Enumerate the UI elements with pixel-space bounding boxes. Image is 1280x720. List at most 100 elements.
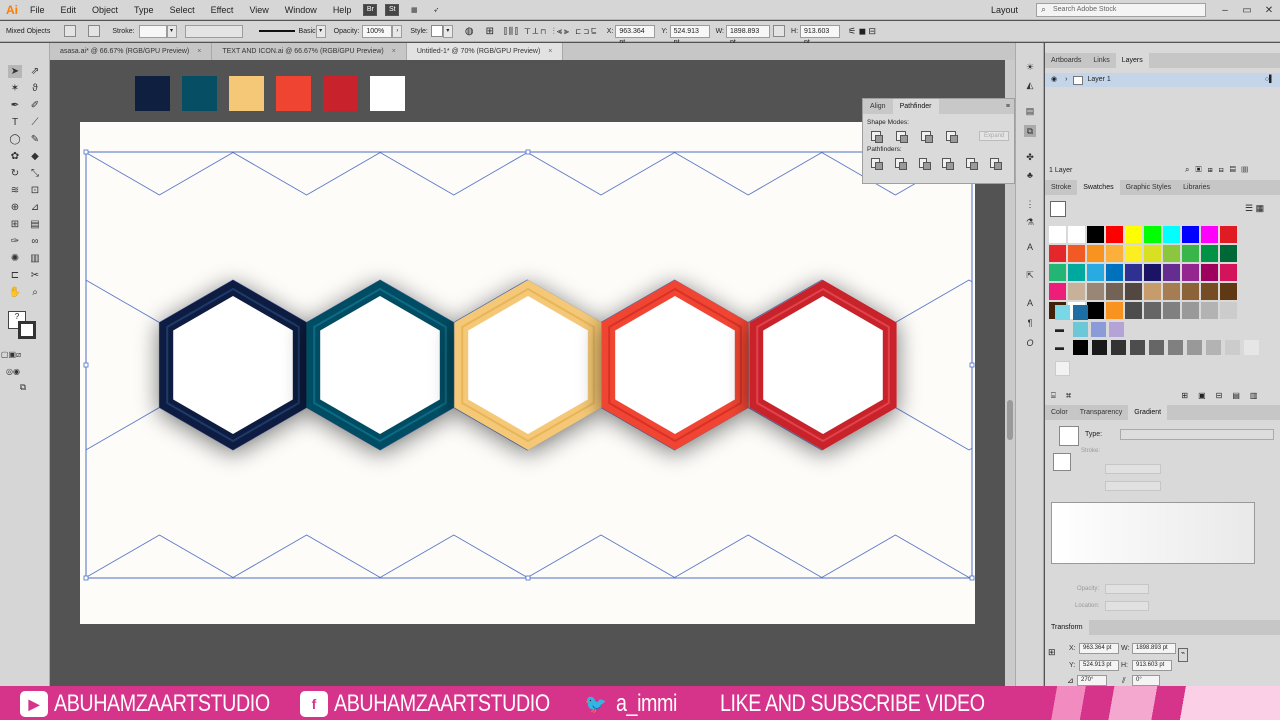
brushes-icon[interactable]: ✤ xyxy=(1024,151,1036,163)
swatch-r4-c5[interactable] xyxy=(1125,283,1142,300)
swatches-footer-icons[interactable]: ⌸⌘ ⊞▣⊟▤▥ xyxy=(1051,391,1276,401)
unite-icon[interactable] xyxy=(871,131,883,143)
hexagon-ring-1[interactable] xyxy=(159,280,307,450)
swatch-r3-c5[interactable] xyxy=(1125,264,1142,281)
swatch-r4-c3[interactable] xyxy=(1087,283,1104,300)
grid-hexagon[interactable] xyxy=(0,280,12,450)
merge-icon[interactable] xyxy=(918,158,931,170)
hexagon-ring-5[interactable] xyxy=(749,280,897,450)
swatch-r3-c2[interactable] xyxy=(1068,264,1085,281)
opentype-icon[interactable]: O xyxy=(1024,337,1036,349)
grid-hexagon[interactable] xyxy=(379,25,528,196)
tab-align[interactable]: Align xyxy=(863,99,893,114)
image-trace-icon[interactable]: ⋮ xyxy=(1024,198,1036,210)
grid-hexagon[interactable] xyxy=(232,25,381,196)
panel-menu-icon[interactable]: ≡ xyxy=(1006,99,1014,114)
grid-hexagon[interactable] xyxy=(526,534,676,686)
gradient-fill-stroke-icon[interactable] xyxy=(1053,453,1071,471)
transform-h-field[interactable]: 913.603 pt xyxy=(1132,660,1172,671)
hexagon-ring-2[interactable] xyxy=(306,280,454,450)
swatch-r4-c4[interactable] xyxy=(1106,283,1123,300)
swatch-r5-c8[interactable] xyxy=(1182,302,1199,319)
paragraph-styles-icon[interactable]: A xyxy=(1024,297,1036,309)
swatch-r2-c6[interactable] xyxy=(1144,245,1161,262)
character-icon[interactable]: A xyxy=(1024,241,1036,253)
tab-graphic-styles[interactable]: Graphic Styles xyxy=(1120,180,1178,195)
tab-pathfinder[interactable]: Pathfinder xyxy=(892,99,939,114)
shear-field[interactable]: 0° xyxy=(1132,675,1160,686)
swatch-r4-c8[interactable] xyxy=(1182,283,1199,300)
swatch-lavender[interactable] xyxy=(1109,322,1124,337)
tab-gradient[interactable]: Gradient xyxy=(1128,405,1168,420)
exclude-icon[interactable] xyxy=(946,131,958,143)
swatch-gray-8[interactable] xyxy=(1206,340,1221,355)
swatch-r2-c7[interactable] xyxy=(1163,245,1180,262)
swatch-gray-9[interactable] xyxy=(1225,340,1240,355)
maximize-icon[interactable]: ▭ xyxy=(1236,5,1258,16)
swatch-r4-c2[interactable] xyxy=(1068,283,1085,300)
swatch-fill-stroke-icon[interactable] xyxy=(1050,201,1066,217)
gradient-location-field[interactable] xyxy=(1105,601,1149,611)
gradient-angle-field[interactable] xyxy=(1105,464,1161,474)
swatch-r1-c10[interactable] xyxy=(1220,226,1237,243)
transform-y-field[interactable]: 524.913 pt xyxy=(1079,660,1119,671)
swatch-r4-c10[interactable] xyxy=(1220,283,1237,300)
align-icon[interactable]: ▤ xyxy=(1024,105,1036,117)
grid-hexagon[interactable] xyxy=(894,279,1015,451)
gradient-slider-preview[interactable] xyxy=(1051,502,1255,564)
crop-icon[interactable] xyxy=(942,158,955,170)
divide-icon[interactable] xyxy=(871,158,883,170)
grid-hexagon[interactable] xyxy=(379,534,528,686)
swatch-r1-c2[interactable] xyxy=(1068,226,1085,243)
outline-icon[interactable] xyxy=(966,158,979,170)
grid-hexagon[interactable] xyxy=(0,25,87,195)
close-icon[interactable]: ✕ xyxy=(1258,5,1280,16)
grid-hexagon[interactable] xyxy=(86,534,234,686)
swatch-r3-c10[interactable] xyxy=(1220,264,1237,281)
expand-arrow-icon[interactable]: › xyxy=(1065,73,1067,87)
swatch-pattern[interactable] xyxy=(1073,305,1088,320)
gradient-type-dropdown[interactable] xyxy=(1120,429,1274,440)
gradient-opacity-field[interactable] xyxy=(1105,584,1149,594)
swatch-r2-c4[interactable] xyxy=(1106,245,1123,262)
tab-swatches[interactable]: Swatches xyxy=(1077,180,1120,195)
swatch-r1-c9[interactable] xyxy=(1201,226,1218,243)
swatch-gray-7[interactable] xyxy=(1187,340,1202,355)
expand-button[interactable]: Expand xyxy=(979,131,1010,141)
grid-hexagon[interactable] xyxy=(674,534,823,686)
appearance-icon[interactable]: ◭ xyxy=(1024,79,1036,91)
grid-hexagon[interactable] xyxy=(86,25,234,196)
layers-footer-icons[interactable]: ⌕▣⊞⊟▤▥ xyxy=(1185,165,1254,175)
layer-row[interactable]: ◉ › Layer 1 ○▌ xyxy=(1045,73,1280,87)
tab-libraries[interactable]: Libraries xyxy=(1177,180,1216,195)
swatch-gray-4[interactable] xyxy=(1130,340,1145,355)
swatch-r1-c4[interactable] xyxy=(1106,226,1123,243)
transform-w-field[interactable]: 1898.893 pt xyxy=(1132,643,1176,654)
swatch-aqua[interactable] xyxy=(1073,322,1088,337)
tab-color[interactable]: Color xyxy=(1045,405,1074,420)
swatch-r3-c1[interactable] xyxy=(1049,264,1066,281)
minus-front-icon[interactable] xyxy=(896,131,908,143)
swatch-gray-2[interactable] xyxy=(1092,340,1107,355)
pathfinder-icon[interactable]: ⧉ xyxy=(1024,125,1036,137)
swatch-r3-c3[interactable] xyxy=(1087,264,1104,281)
swatch-r1-c8[interactable] xyxy=(1182,226,1199,243)
tab-artboards[interactable]: Artboards xyxy=(1045,53,1087,68)
swatch-r1-c1[interactable] xyxy=(1049,226,1066,243)
symbols-icon[interactable]: ♣ xyxy=(1024,169,1036,181)
grid-hexagon[interactable] xyxy=(674,25,823,196)
color-guide-icon[interactable]: ⚗ xyxy=(1024,216,1036,228)
tab-transform[interactable]: Transform xyxy=(1045,620,1089,635)
layer-name[interactable]: Layer 1 xyxy=(1087,73,1110,87)
swatch-gray-6[interactable] xyxy=(1168,340,1183,355)
grid-hexagon[interactable] xyxy=(821,534,970,686)
visibility-icon[interactable]: ◉ xyxy=(1051,73,1057,87)
tab-layers[interactable]: Layers xyxy=(1115,53,1149,68)
swatch-r1-c5[interactable] xyxy=(1125,226,1142,243)
intersect-icon[interactable] xyxy=(921,131,933,143)
swatch-r2-c9[interactable] xyxy=(1201,245,1218,262)
tab-transparency[interactable]: Transparency xyxy=(1074,405,1129,420)
swatch-r2-c8[interactable] xyxy=(1182,245,1199,262)
swatch-white-single[interactable] xyxy=(1055,361,1070,376)
swatch-r2-c1[interactable] xyxy=(1049,245,1066,262)
